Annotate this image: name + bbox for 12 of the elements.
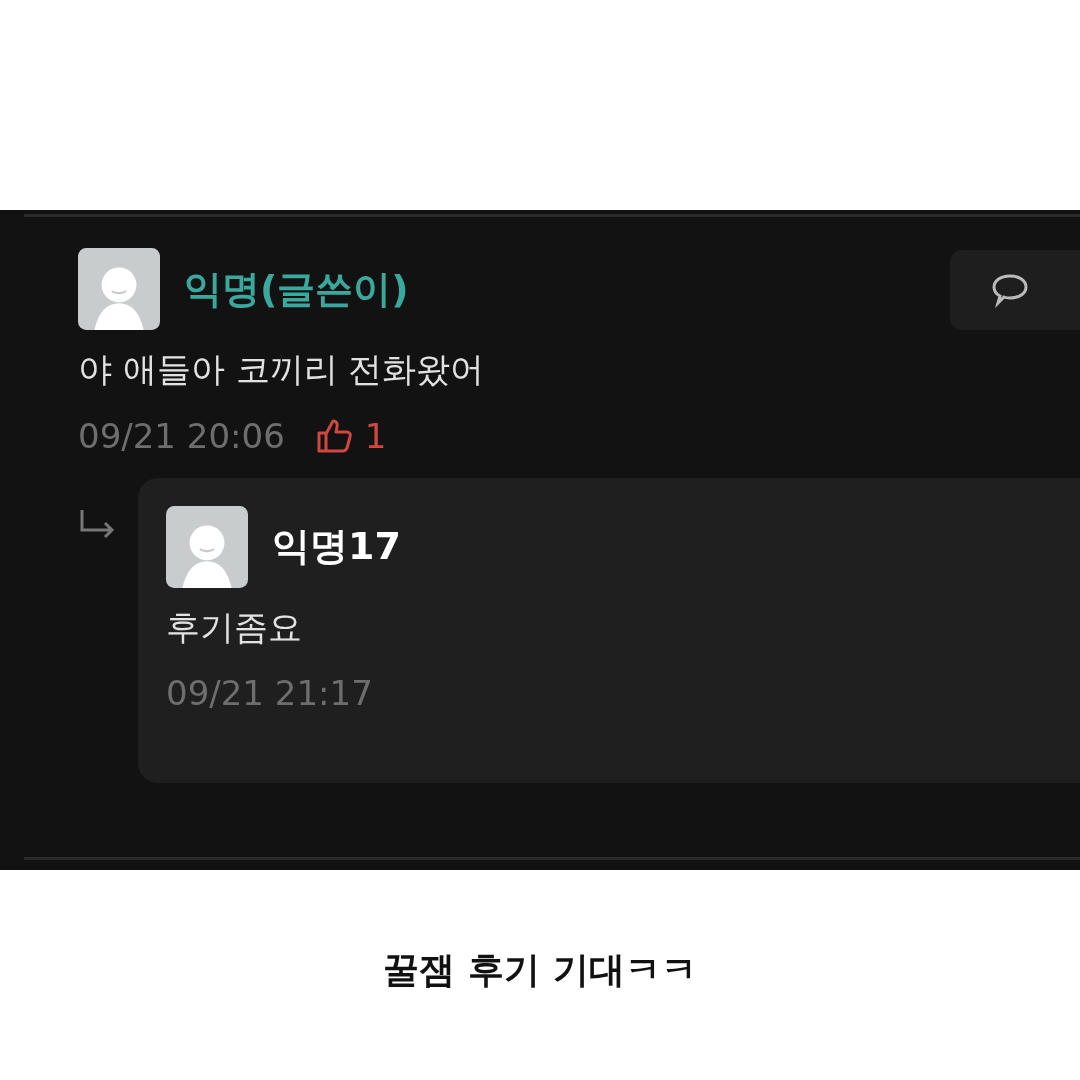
timestamp: 09/21 20:06 <box>78 415 285 456</box>
avatar-icon <box>166 505 248 588</box>
like-count: 1 <box>364 415 387 456</box>
author-name: 익명17 <box>272 523 401 571</box>
comment-text: 야 애들아 코끼리 전화왔어 <box>78 348 486 391</box>
speech-bubble-icon <box>990 272 1030 308</box>
timestamp: 09/21 21:17 <box>166 673 373 714</box>
author-name: 익명(글쓴이) <box>184 265 409 313</box>
reply-text: 후기좀요 <box>166 605 303 649</box>
avatar-icon <box>78 248 160 330</box>
reply-button[interactable] <box>950 250 1080 330</box>
caption: 꿀잼 후기 기대ㅋㅋ <box>383 947 697 992</box>
